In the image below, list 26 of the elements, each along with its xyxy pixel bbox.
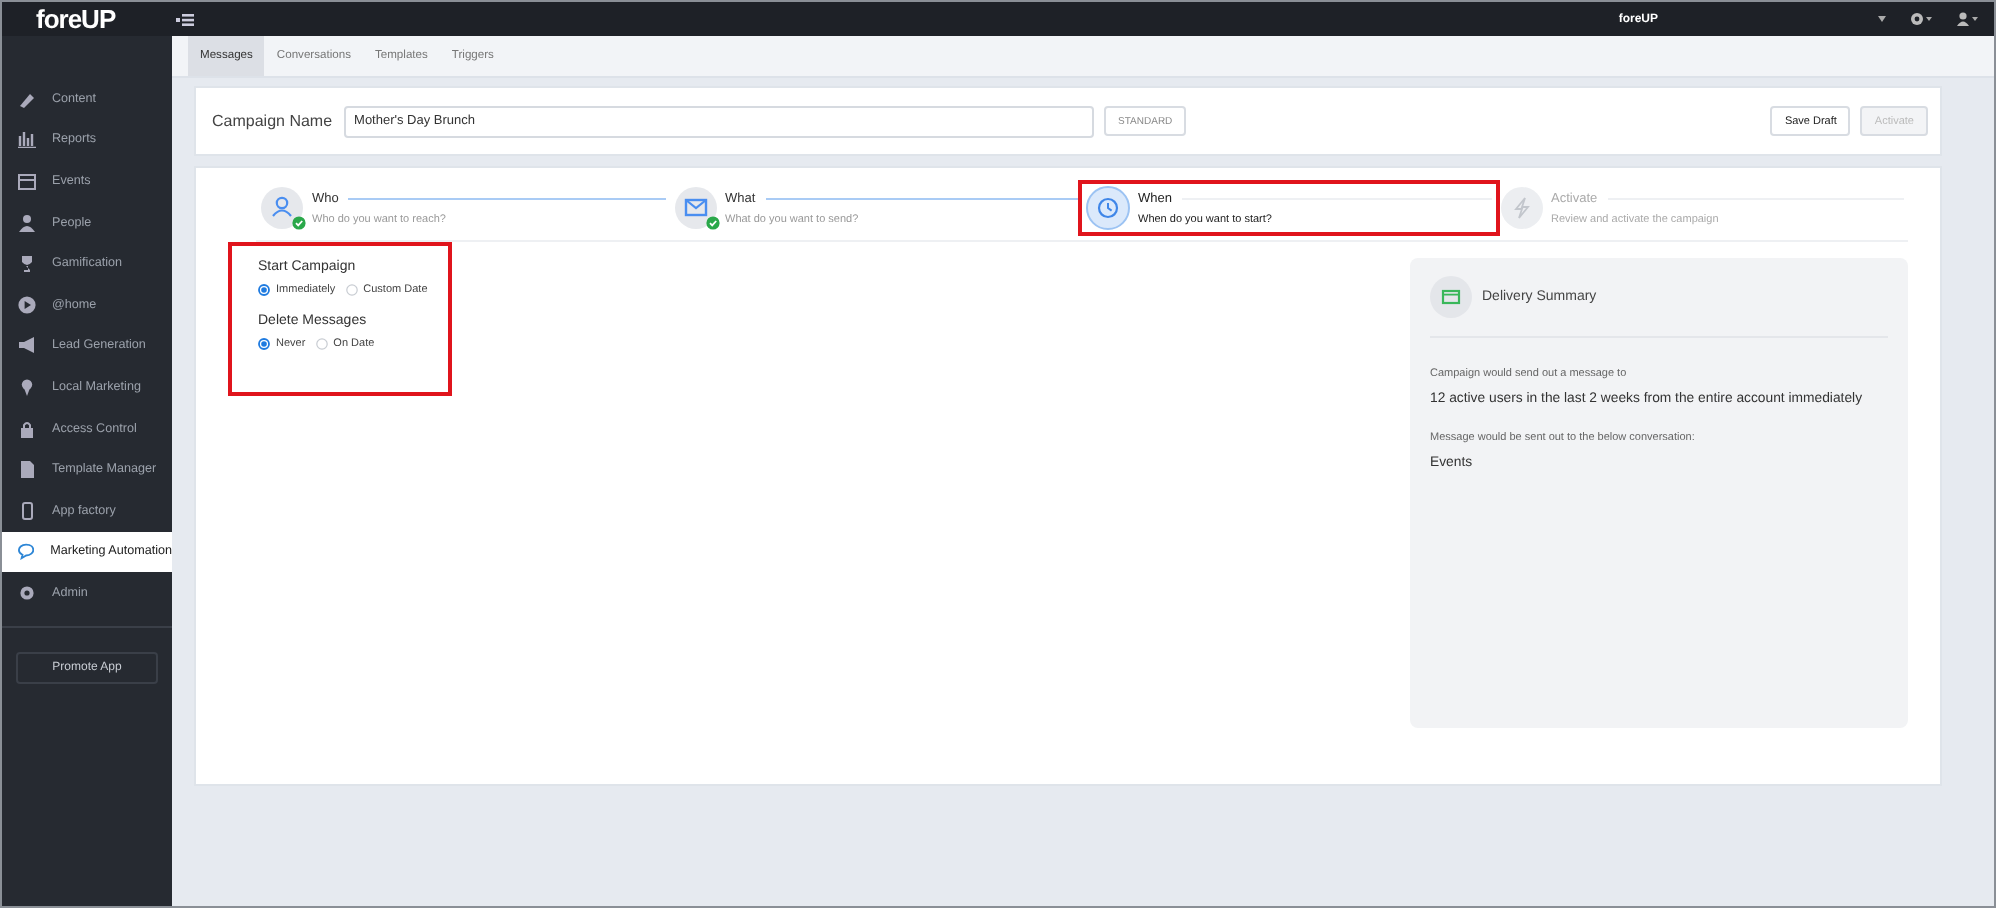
nav-icon bbox=[18, 254, 36, 273]
nav-icon bbox=[18, 89, 36, 108]
nav-icon bbox=[18, 501, 36, 520]
nav-icon bbox=[18, 130, 36, 149]
nav-icon bbox=[18, 295, 36, 314]
nav-icon bbox=[18, 542, 35, 561]
check-badge-icon bbox=[292, 216, 306, 230]
nav-icon bbox=[18, 583, 36, 602]
envelope-icon bbox=[1430, 276, 1472, 318]
nav-icon bbox=[18, 419, 36, 438]
step-icon bbox=[260, 186, 304, 230]
caret-icon[interactable] bbox=[1878, 16, 1886, 22]
app-logo[interactable]: foreUP bbox=[36, 4, 176, 34]
sidebar-toggle-icon[interactable] bbox=[176, 13, 194, 25]
nav-icon bbox=[18, 377, 36, 396]
campaign-name-label: Campaign Name bbox=[212, 112, 333, 130]
settings-icon[interactable] bbox=[1910, 12, 1932, 26]
nav-icon bbox=[18, 213, 36, 232]
nav-icon bbox=[18, 460, 36, 479]
step-icon bbox=[1499, 186, 1543, 230]
step-icon bbox=[673, 186, 717, 230]
check-badge-icon bbox=[705, 216, 719, 230]
nav-icon bbox=[18, 336, 36, 355]
nav-icon bbox=[18, 171, 36, 190]
user-icon[interactable] bbox=[1956, 12, 1978, 26]
step-icon bbox=[1086, 186, 1130, 230]
